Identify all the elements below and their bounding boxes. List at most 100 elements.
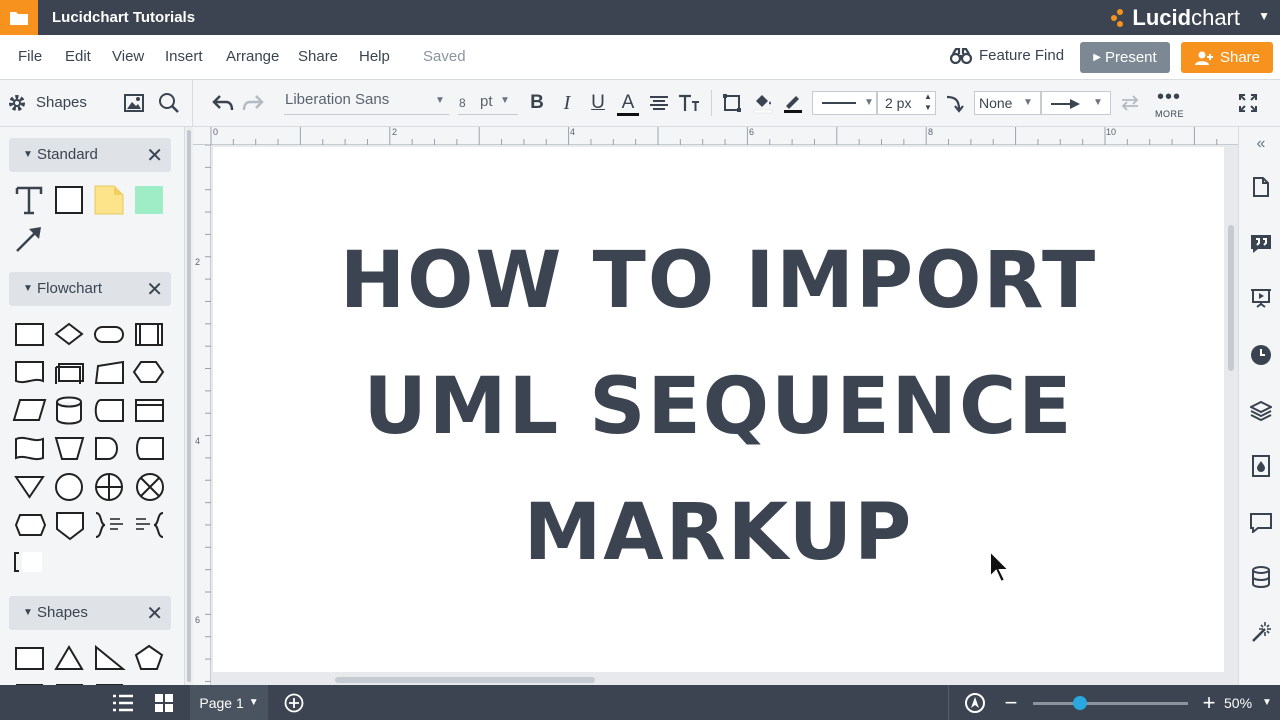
chevron-down-icon: ▼ [1023, 97, 1033, 108]
feature-find-button[interactable]: Feature Find [950, 47, 1064, 64]
section-title: Flowchart [37, 280, 103, 297]
menu-edit[interactable]: Edit [65, 48, 91, 65]
lucidchart-logo[interactable]: Lucidchart [1110, 5, 1240, 31]
canvas-page[interactable]: HOW TO IMPORT UML SEQUENCE MARKUP [213, 147, 1224, 672]
collapse-dock-icon[interactable]: « [1250, 133, 1272, 155]
navigator-icon[interactable] [964, 692, 986, 714]
stepper-up-icon[interactable]: ▲ [924, 92, 932, 101]
arrow-start-select[interactable]: None ▼ [974, 91, 1041, 115]
headline-line-2[interactable]: UML SEQUENCE [213, 362, 1224, 452]
present-button[interactable]: ▶ Present [1080, 42, 1170, 73]
ruler-label: 4 [195, 436, 201, 446]
menu-file[interactable]: File [18, 48, 42, 65]
bottom-divider [948, 685, 949, 720]
magic-wand-icon[interactable] [1250, 621, 1272, 643]
search-icon[interactable] [158, 92, 180, 114]
horizontal-ruler-ticks [210, 127, 1218, 145]
rectangle-shape[interactable] [54, 185, 84, 215]
horizontal-scrollbar-thumb[interactable] [335, 677, 595, 683]
note-shape[interactable] [94, 185, 124, 215]
line-shape-icon[interactable] [944, 92, 966, 114]
zoom-slider[interactable] [1033, 702, 1188, 705]
underline-icon[interactable]: U [587, 92, 609, 114]
comment-quote-icon[interactable] [1250, 233, 1272, 255]
section-standard[interactable]: ▼ Standard ✕ [9, 138, 171, 172]
fullscreen-icon[interactable] [1237, 92, 1259, 114]
ruler-label: 8 [928, 127, 934, 137]
shapes-panel: ▼ Standard ✕ ▼ Flowchart ✕ ▼ Shapes ✕ [0, 127, 185, 685]
line-width-stepper[interactable]: 2 px ▲ ▼ [877, 91, 936, 115]
block-shape[interactable] [134, 185, 164, 215]
close-icon[interactable]: ✕ [146, 601, 163, 626]
bold-icon[interactable]: B [526, 92, 548, 114]
page-grid-icon[interactable] [153, 692, 175, 714]
menu-insert[interactable]: Insert [165, 48, 203, 65]
close-icon[interactable]: ✕ [146, 277, 163, 302]
chevron-down-icon: ▼ [435, 95, 445, 106]
text-shape[interactable] [14, 185, 44, 215]
zoom-slider-handle[interactable] [1072, 696, 1087, 710]
folder-icon[interactable] [0, 0, 38, 35]
zoom-level[interactable]: 50% [1224, 695, 1252, 711]
arrow-line-shape[interactable] [14, 224, 44, 254]
fill-color-icon[interactable] [752, 92, 774, 114]
section-shapes[interactable]: ▼ Shapes ✕ [9, 596, 171, 630]
close-icon[interactable]: ✕ [146, 143, 163, 168]
font-family-select[interactable]: Liberation Sans ▼ [284, 91, 449, 115]
flowchart-shapes-grid[interactable] [10, 317, 175, 577]
page-list-icon[interactable] [112, 692, 134, 714]
presentation-icon[interactable] [1250, 287, 1272, 309]
text-color-icon[interactable]: A [617, 92, 639, 116]
theme-drop-icon[interactable] [1250, 455, 1272, 477]
ruler-label: 2 [392, 127, 398, 137]
menu-share[interactable]: Share [298, 48, 338, 65]
menu-view[interactable]: View [112, 48, 144, 65]
arrow-end-select[interactable]: ▼ [1041, 91, 1111, 115]
title-bar: Lucidchart Tutorials Lucidchart ▼ [0, 0, 1280, 35]
history-clock-icon[interactable] [1250, 344, 1272, 366]
align-icon[interactable] [648, 92, 670, 114]
more-label[interactable]: MORE [1155, 109, 1184, 119]
stepper-down-icon[interactable]: ▼ [924, 103, 932, 112]
vertical-ruler: 2 4 6 [193, 145, 211, 685]
undo-icon[interactable] [212, 92, 234, 114]
ruler-label: 2 [195, 257, 201, 267]
zoom-menu-caret-icon[interactable]: ▼ [1262, 697, 1272, 708]
headline-line-3[interactable]: MARKUP [213, 488, 1224, 578]
font-size-select[interactable]: 8 pt ▼ [458, 91, 518, 115]
image-icon[interactable] [123, 92, 145, 114]
chevron-down-icon[interactable]: ▼ [249, 697, 259, 708]
more-icon[interactable]: ••• [1157, 86, 1180, 108]
tab-page-1[interactable]: Page 1 ▼ [190, 685, 268, 720]
ruler-label: 6 [749, 127, 755, 137]
document-title[interactable]: Lucidchart Tutorials [52, 9, 195, 26]
menu-arrange[interactable]: Arrange [226, 48, 279, 65]
basic-shapes-grid[interactable] [10, 642, 175, 685]
swap-arrows-icon[interactable] [1119, 92, 1141, 114]
shape-border-icon[interactable] [721, 92, 743, 114]
panel-scrollbar-thumb[interactable] [187, 130, 191, 682]
page-icon[interactable] [1250, 176, 1272, 198]
zoom-out-icon[interactable]: − [1000, 690, 1022, 715]
zoom-in-icon[interactable]: + [1198, 690, 1220, 715]
redo-icon[interactable] [242, 92, 264, 114]
vertical-scrollbar-thumb[interactable] [1228, 225, 1234, 371]
database-icon[interactable] [1250, 566, 1272, 588]
text-options-icon[interactable] [678, 92, 700, 114]
italic-icon[interactable]: I [556, 92, 578, 114]
account-menu-caret-icon[interactable]: ▼ [1258, 9, 1270, 23]
line-color-icon[interactable] [782, 92, 804, 114]
menu-help[interactable]: Help [359, 48, 390, 65]
page-tab-label: Page 1 [199, 694, 244, 711]
section-flowchart[interactable]: ▼ Flowchart ✕ [9, 272, 171, 306]
headline-line-1[interactable]: HOW TO IMPORT [213, 236, 1224, 326]
add-page-icon[interactable] [283, 692, 305, 714]
share-button[interactable]: Share [1181, 42, 1273, 73]
gear-icon[interactable] [6, 92, 28, 114]
add-user-icon [1194, 51, 1213, 65]
comment-icon[interactable] [1250, 512, 1272, 534]
layers-icon[interactable] [1250, 400, 1272, 422]
line-style-select[interactable]: ▼ [812, 91, 877, 115]
chevron-down-icon: ▼ [1093, 97, 1103, 108]
shapes-label[interactable]: Shapes [36, 94, 87, 111]
